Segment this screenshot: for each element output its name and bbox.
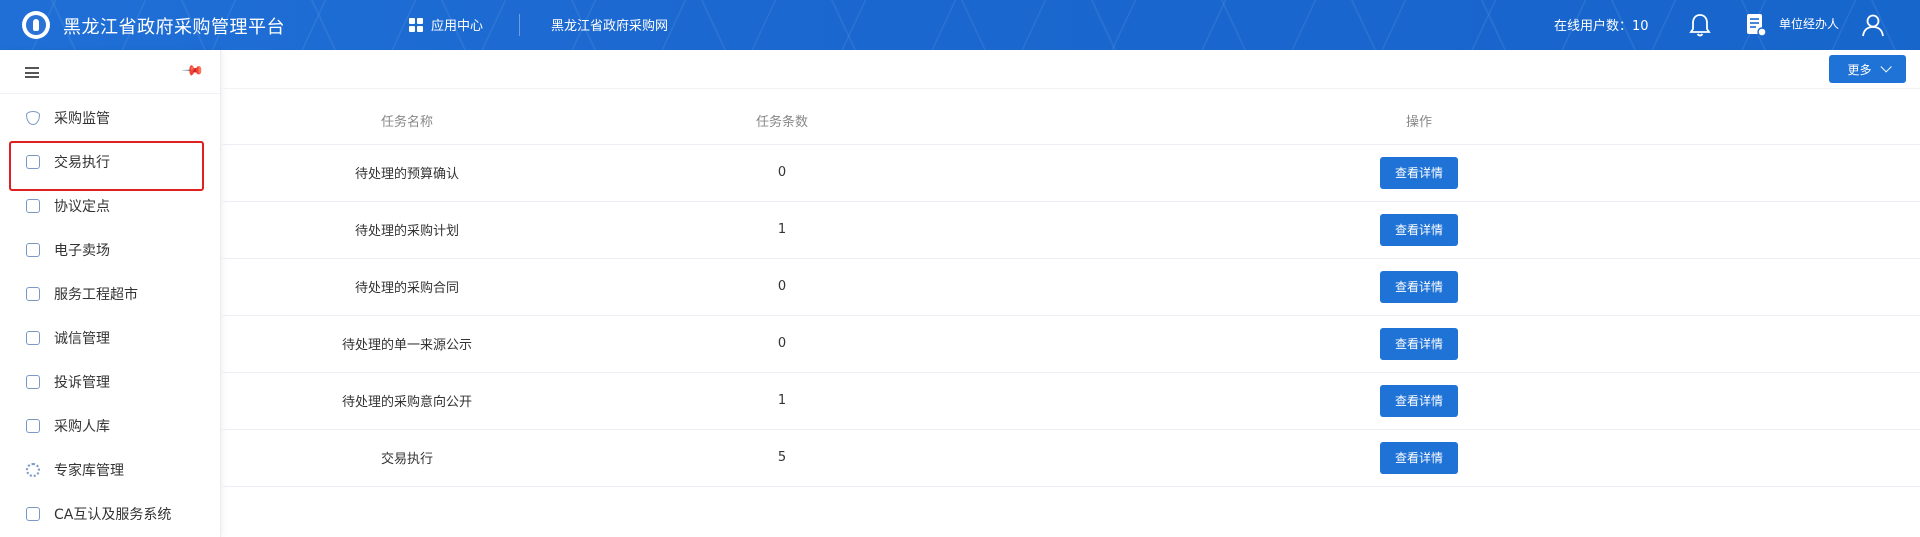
- sidebar-item-e-mall[interactable]: 电子卖场: [0, 228, 220, 272]
- task-count-cell: 0: [592, 258, 972, 316]
- gear-icon: [26, 463, 40, 477]
- logo-icon: [22, 11, 50, 39]
- chevron-down-icon: [1879, 61, 1892, 73]
- sidebar-item-purchaser-library[interactable]: 采购人库: [0, 404, 220, 448]
- table-row: 待处理的采购合同 0 查看详情: [222, 258, 1920, 316]
- task-name-cell: 待处理的预算确认: [222, 144, 592, 202]
- sidebar-item-expert-library[interactable]: 专家库管理: [0, 448, 220, 492]
- header-divider: [519, 14, 520, 36]
- top-header: 黑龙江省政府采购管理平台 应用中心 黑龙江省政府采购网 在线用户数：10 单位经…: [0, 0, 1920, 50]
- task-count-cell: 0: [592, 315, 972, 373]
- user-avatar-icon[interactable]: [1860, 12, 1886, 38]
- task-count-cell: 0: [592, 144, 972, 202]
- sidebar-item-procurement-supervision[interactable]: 采购监管: [0, 96, 220, 140]
- app-center-label: 应用中心: [431, 19, 484, 34]
- task-name-cell: 待处理的采购合同: [222, 258, 592, 316]
- sidebar-item-transaction-execution[interactable]: 交易执行: [0, 140, 220, 191]
- task-name-cell: 交易执行: [222, 429, 592, 487]
- user-role-label[interactable]: 单位经办人: [1779, 15, 1839, 32]
- view-details-button[interactable]: 查看详情: [1380, 213, 1458, 246]
- view-details-button[interactable]: 查看详情: [1380, 441, 1458, 474]
- calendar-icon: [26, 419, 40, 433]
- table-row: 待处理的预算确认 0 查看详情: [222, 144, 1920, 202]
- app-grid-icon: [409, 17, 423, 32]
- task-name-cell: 待处理的采购计划: [222, 201, 592, 259]
- sidebar-item-agreement[interactable]: 协议定点: [0, 184, 220, 228]
- column-header-task-name: 任务名称: [222, 98, 592, 145]
- sidebar-item-complaint[interactable]: 投诉管理: [0, 360, 220, 404]
- task-name-cell: 待处理的单一来源公示: [222, 315, 592, 373]
- sidebar-menu: 采购监管 交易执行 协议定点 电子卖场 服务工程超市 诚信管理 投诉管理 采购人…: [0, 94, 220, 536]
- view-details-button[interactable]: 查看详情: [1380, 327, 1458, 360]
- sidebar-item-ca-system[interactable]: CA互认及服务系统: [0, 492, 220, 536]
- table-row: 待处理的采购意向公开 1 查看详情: [222, 372, 1920, 430]
- view-details-button[interactable]: 查看详情: [1380, 270, 1458, 303]
- table-row: 待处理的采购计划 1 查看详情: [222, 201, 1920, 259]
- menu-toggle-icon[interactable]: [25, 67, 39, 78]
- task-count-cell: 1: [592, 201, 972, 259]
- portal-link[interactable]: 黑龙江省政府采购网: [551, 15, 668, 34]
- id-card-icon: [26, 331, 40, 345]
- pin-icon[interactable]: 📌: [181, 59, 205, 83]
- store-icon: [26, 287, 40, 301]
- more-dropdown-button[interactable]: 更多: [1829, 55, 1906, 83]
- task-table: 任务名称 任务条数 操作 待处理的预算确认 0 查看详情 待处理的采购计划 1 …: [222, 98, 1920, 487]
- shield-icon: [26, 111, 40, 125]
- table-row: 待处理的单一来源公示 0 查看详情: [222, 315, 1920, 373]
- sidebar-item-service-market[interactable]: 服务工程超市: [0, 272, 220, 316]
- store-icon: [26, 243, 40, 257]
- online-users-count: 在线用户数：10: [1554, 19, 1649, 34]
- task-count-cell: 5: [592, 429, 972, 487]
- column-header-action: 操作: [972, 98, 1920, 145]
- user-document-icon: [1747, 14, 1767, 37]
- table-header-row: 任务名称 任务条数 操作: [222, 98, 1920, 145]
- store-icon: [26, 199, 40, 213]
- view-details-button[interactable]: 查看详情: [1380, 156, 1458, 189]
- table-row: 交易执行 5 查看详情: [222, 429, 1920, 487]
- app-title: 黑龙江省政府采购管理平台: [63, 17, 285, 38]
- sidebar-item-credit[interactable]: 诚信管理: [0, 316, 220, 360]
- task-count-cell: 1: [592, 372, 972, 430]
- content-divider: [221, 88, 1920, 89]
- sidebar-toolbar: 📌: [0, 50, 220, 94]
- app-center-button[interactable]: 应用中心: [409, 15, 483, 34]
- notification-bell-icon[interactable]: [1688, 12, 1712, 38]
- complaint-icon: [26, 375, 40, 389]
- view-details-button[interactable]: 查看详情: [1380, 384, 1458, 417]
- task-name-cell: 待处理的采购意向公开: [222, 372, 592, 430]
- clipboard-icon: [26, 155, 40, 169]
- certificate-icon: [26, 507, 40, 521]
- sidebar: 📌 采购监管 交易执行 协议定点 电子卖场 服务工程超市 诚信管理 投诉管理 采…: [0, 50, 221, 537]
- column-header-task-count: 任务条数: [592, 98, 972, 145]
